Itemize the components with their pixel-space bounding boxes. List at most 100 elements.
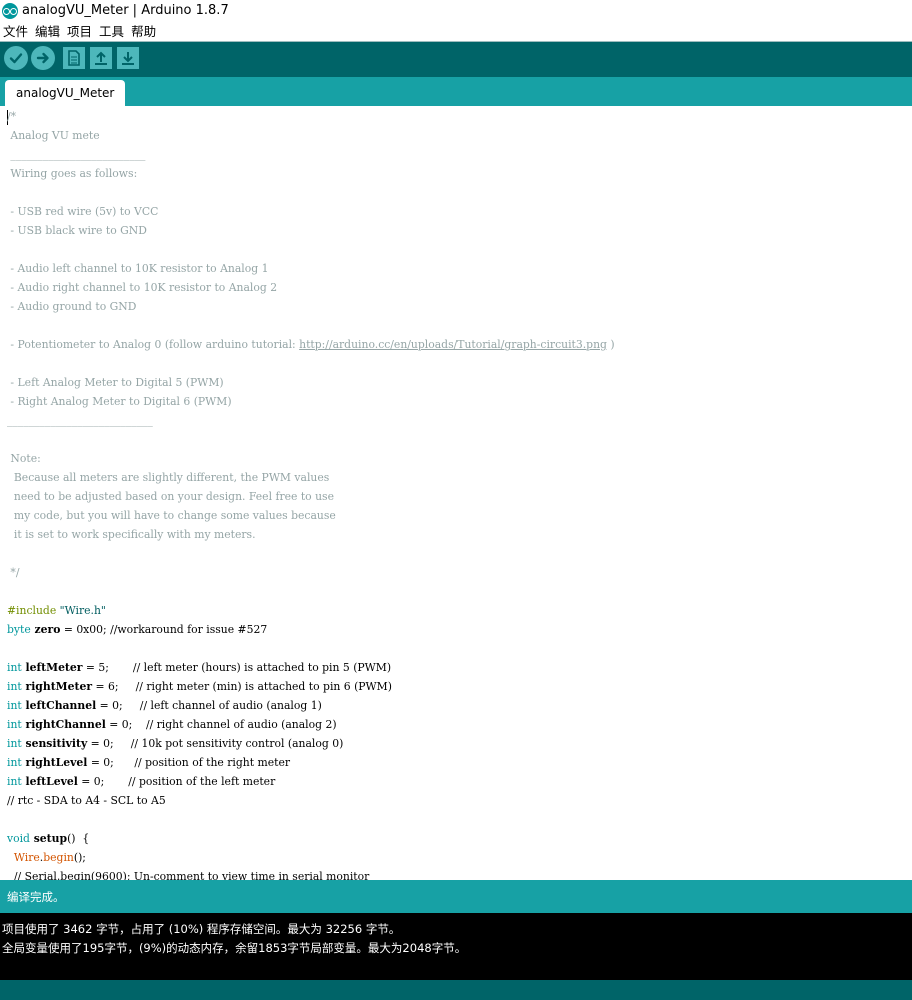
checkmark-icon: [9, 53, 23, 64]
menu-help[interactable]: 帮助: [128, 21, 160, 40]
code-token: ___________________________: [7, 414, 153, 427]
code-token: */: [7, 566, 20, 579]
code-line: need to be adjusted based on your design…: [7, 487, 334, 506]
code-token: int: [7, 775, 22, 788]
upload-button[interactable]: [31, 46, 55, 70]
code-line: */: [7, 563, 19, 582]
code-token: int: [7, 756, 22, 769]
code-token: int: [7, 661, 22, 674]
code-token: = 5; // left meter (hours) is attached t…: [82, 661, 392, 674]
save-button[interactable]: [117, 47, 139, 69]
code-token: leftMeter: [21, 661, 83, 674]
code-token: rightLevel: [21, 756, 88, 769]
code-line: - Audio ground to GND: [7, 297, 136, 316]
code-token: Wire: [13, 851, 40, 864]
open-button[interactable]: [90, 47, 112, 69]
code-line: Note:: [7, 449, 41, 468]
code-token: void: [7, 832, 30, 845]
code-line: int rightMeter = 6; // right meter (min)…: [7, 677, 392, 696]
code-line: - Audio right channel to 10K resistor to…: [7, 278, 277, 297]
code-line: - Left Analog Meter to Digital 5 (PWM): [7, 373, 224, 392]
new-button[interactable]: [63, 47, 85, 69]
code-token: ();: [73, 851, 86, 864]
tab-analogvu-meter[interactable]: analogVU_Meter: [5, 80, 126, 106]
code-token: leftChannel: [21, 699, 97, 712]
code-line: int leftMeter = 5; // left meter (hours)…: [7, 658, 391, 677]
code-line: - Potentiometer to Analog 0 (follow ardu…: [7, 335, 614, 354]
window-title: analogVU_Meter | Arduino 1.8.7: [22, 3, 229, 18]
toolbar: [0, 41, 912, 78]
code-token: int: [7, 718, 22, 731]
code-line: ___________________________: [7, 411, 153, 430]
code-token: #include: [7, 604, 60, 617]
code-line: - USB black wire to GND: [7, 221, 147, 240]
code-token: - Right Analog Meter to Digital 6 (PWM): [7, 395, 232, 408]
new-file-icon: [68, 50, 80, 66]
code-token: - USB black wire to GND: [7, 224, 147, 237]
code-token: my code, but you will have to change som…: [7, 509, 336, 522]
verify-button[interactable]: [4, 46, 28, 70]
code-token: = 0; // position of the right meter: [87, 756, 291, 769]
code-line: byte zero = 0x00; //workaround for issue…: [7, 620, 267, 639]
menu-tools[interactable]: 工具: [96, 21, 128, 40]
console-line: 全局变量使用了195字节，(9%)的动态内存，余留1853字节局部变量。最大为2…: [2, 941, 467, 955]
code-line: Wire.begin();: [7, 848, 86, 867]
code-token: = 0; // position of the left meter: [77, 775, 276, 788]
code-token: begin: [43, 851, 74, 864]
code-token: it is set to work specifically with my m…: [7, 528, 256, 541]
code-token: // rtc - SDA to A4 - SCL to A5: [7, 794, 166, 807]
code-line: - Right Analog Meter to Digital 6 (PWM): [7, 392, 232, 411]
code-token: = 0; // 10k pot sensitivity control (ana…: [87, 737, 344, 750]
code-token: sensitivity: [21, 737, 88, 750]
code-line: #include "Wire.h": [7, 601, 106, 620]
code-token: int: [7, 680, 22, 693]
arduino-logo-icon: [2, 2, 18, 19]
code-line: // rtc - SDA to A4 - SCL to A5: [7, 791, 166, 810]
code-token: setup: [29, 832, 68, 845]
code-link[interactable]: http://arduino.cc/en/uploads/Tutorial/gr…: [299, 338, 607, 351]
menu-sketch[interactable]: 项目: [64, 21, 96, 40]
code-line: - USB red wire (5v) to VCC: [7, 202, 158, 221]
open-up-arrow-icon: [95, 51, 107, 65]
code-line: int leftChannel = 0; // left channel of …: [7, 696, 322, 715]
menu-file[interactable]: 文件: [0, 21, 32, 40]
code-token: zero: [30, 623, 61, 636]
code-line: - Audio left channel to 10K resistor to …: [7, 259, 268, 278]
code-token: leftLevel: [21, 775, 78, 788]
tab-bar: analogVU_Meter: [0, 77, 912, 106]
code-token: need to be adjusted based on your design…: [7, 490, 334, 503]
code-token: rightMeter: [21, 680, 93, 693]
code-token: = 0x00; //workaround for issue #527: [60, 623, 268, 636]
code-token: - Left Analog Meter to Digital 5 (PWM): [7, 376, 224, 389]
code-line: Analog VU mete: [7, 126, 99, 145]
code-token: // Serial.begin(9600); Un-comment to vie…: [7, 870, 370, 880]
code-line: int leftLevel = 0; // position of the le…: [7, 772, 275, 791]
save-down-arrow-icon: [122, 52, 134, 65]
console-output[interactable]: 项目使用了 3462 字节，占用了 (10%) 程序存储空间。最大为 32256…: [0, 913, 912, 980]
code-token: - Potentiometer to Analog 0 (follow ardu…: [7, 338, 300, 351]
code-token: Note:: [7, 452, 41, 465]
code-token: rightChannel: [21, 718, 106, 731]
code-token: = 6; // right meter (min) is attached to…: [92, 680, 392, 693]
bottom-bar: [0, 980, 912, 1000]
code-token: Because all meters are slightly differen…: [7, 471, 330, 484]
code-token: - Audio left channel to 10K resistor to …: [7, 262, 269, 275]
code-token: - Audio right channel to 10K resistor to…: [7, 281, 278, 294]
code-token: = 0; // right channel of audio (analog 2…: [105, 718, 337, 731]
status-bar: 编译完成。: [0, 880, 912, 913]
code-token: - Audio ground to GND: [7, 300, 137, 313]
code-token: int: [7, 737, 22, 750]
code-token: "Wire.h": [59, 604, 106, 617]
code-token: _________________________: [7, 148, 146, 161]
code-line: Because all meters are slightly differen…: [7, 468, 329, 487]
title-bar: analogVU_Meter | Arduino 1.8.7: [0, 0, 912, 21]
code-editor[interactable]: /* Analog VU mete ______________________…: [0, 106, 912, 880]
code-line: my code, but you will have to change som…: [7, 506, 336, 525]
code-token: - USB red wire (5v) to VCC: [7, 205, 159, 218]
console-line: 项目使用了 3462 字节，占用了 (10%) 程序存储空间。最大为 32256…: [2, 922, 401, 936]
arrow-right-icon: [36, 52, 49, 64]
menu-edit[interactable]: 编辑: [32, 21, 64, 40]
code-token: = 0; // left channel of audio (analog 1): [96, 699, 322, 712]
code-line: Wiring goes as follows:: [7, 164, 137, 183]
